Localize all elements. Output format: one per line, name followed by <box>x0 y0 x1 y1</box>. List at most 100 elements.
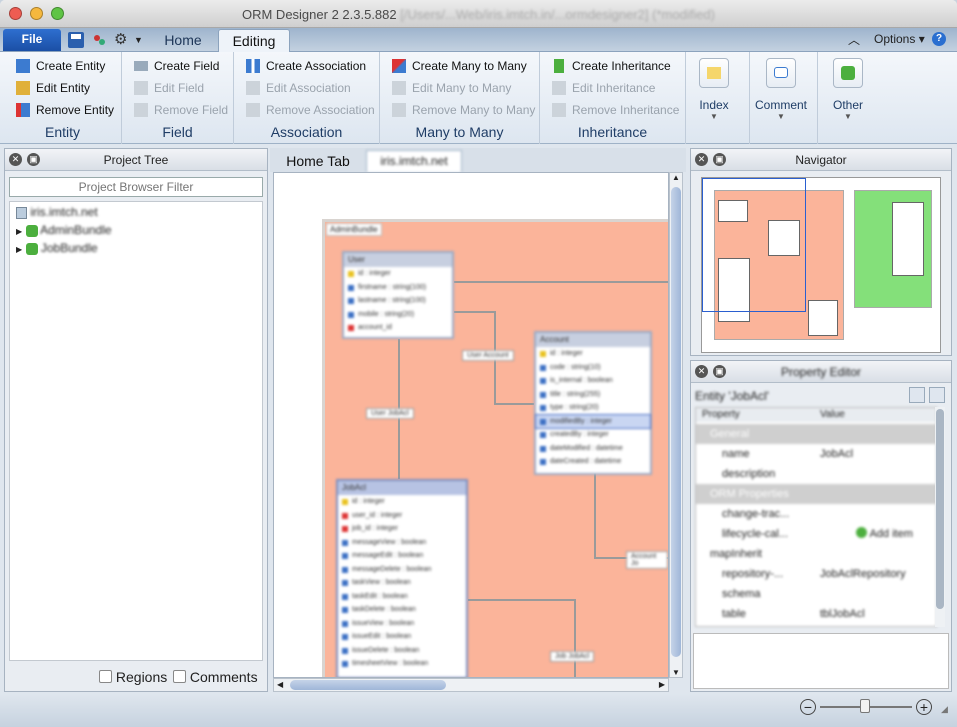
users-icon[interactable] <box>91 32 107 48</box>
create-field-button[interactable]: Create Field <box>134 56 219 76</box>
close-window-button[interactable] <box>9 7 22 20</box>
zoom-in-icon[interactable]: + <box>916 699 932 715</box>
scroll-left-arrow-icon[interactable]: ◀ <box>277 680 283 689</box>
help-icon[interactable]: ? <box>932 32 946 46</box>
quick-access-dropdown-icon[interactable]: ▼ <box>134 32 150 48</box>
entity-field[interactable]: dateCreated : datetime <box>536 455 650 469</box>
sort-category-icon[interactable] <box>909 387 925 403</box>
entity-field[interactable]: id : integer <box>344 267 452 281</box>
property-row-table[interactable]: table tblJobAcl <box>696 604 936 624</box>
zoom-window-button[interactable] <box>51 7 64 20</box>
entity-jobacl[interactable]: JobAcl id : integer user_id : integer jo… <box>336 479 468 677</box>
navigator-minimap[interactable] <box>701 177 941 353</box>
scroll-down-arrow-icon[interactable]: ▼ <box>670 668 682 677</box>
minimap-viewport[interactable] <box>702 178 806 312</box>
remove-inheritance-button[interactable]: Remove Inheritance <box>552 100 679 120</box>
zoom-slider-thumb[interactable] <box>860 699 870 713</box>
entity-field[interactable]: code : string(10) <box>536 361 650 375</box>
minimize-window-button[interactable] <box>30 7 43 20</box>
comments-checkbox-box[interactable] <box>173 670 186 683</box>
tab-home[interactable]: Home <box>150 29 216 52</box>
edit-association-button[interactable]: Edit Association <box>246 78 351 98</box>
horizontal-scroll-thumb[interactable] <box>290 680 446 690</box>
options-menu[interactable]: Options ▾ <box>874 32 925 46</box>
entity-field[interactable]: issueEdit : boolean <box>338 630 466 644</box>
create-association-button[interactable]: Create Association <box>246 56 366 76</box>
entity-field[interactable]: createdBy : integer <box>536 428 650 442</box>
create-entity-button[interactable]: Create Entity <box>16 56 105 76</box>
property-scrollbar[interactable] <box>935 407 945 627</box>
entity-field[interactable]: type : string(20) <box>536 401 650 415</box>
property-row-mapinherit[interactable]: mapInherit <box>696 544 936 564</box>
property-row-change-tracking[interactable]: change-trac... <box>696 504 936 524</box>
collapse-ribbon-icon[interactable]: ︿ <box>848 31 860 48</box>
regions-checkbox-box[interactable] <box>99 670 112 683</box>
assoc-label-job-jobacl[interactable]: Job JobAcl <box>550 651 595 662</box>
close-panel-icon[interactable]: ✕ <box>695 365 708 378</box>
vertical-scroll-thumb[interactable] <box>671 187 681 657</box>
property-row-description[interactable]: description <box>696 464 936 484</box>
create-many-to-many-button[interactable]: Create Many to Many <box>392 56 527 76</box>
vertical-scrollbar[interactable]: ▲ ▼ <box>669 172 683 678</box>
resize-grip-icon[interactable]: ◢ <box>941 704 948 715</box>
comments-checkbox[interactable]: Comments <box>173 669 258 685</box>
close-panel-icon[interactable]: ✕ <box>695 153 708 166</box>
entity-field[interactable]: taskEdit : boolean <box>338 590 466 604</box>
entity-field[interactable]: job_id : integer <box>338 522 466 536</box>
entity-field[interactable]: taskView : boolean <box>338 576 466 590</box>
entity-field[interactable]: messageView : boolean <box>338 536 466 550</box>
expand-arrow-icon[interactable]: ▶ <box>16 245 22 254</box>
close-panel-icon[interactable]: ✕ <box>9 153 22 166</box>
entity-field[interactable]: issueView : boolean <box>338 617 466 631</box>
sort-alpha-icon[interactable] <box>929 387 945 403</box>
edit-entity-button[interactable]: Edit Entity <box>16 78 90 98</box>
assoc-label-account-job[interactable]: Account Jo <box>626 551 668 569</box>
zoom-out-icon[interactable]: − <box>800 699 816 715</box>
entity-field[interactable]: is_internal : boolean <box>536 374 650 388</box>
property-row-repository[interactable]: repository-... JobAclRepository <box>696 564 936 584</box>
remove-association-button[interactable]: Remove Association <box>246 100 375 120</box>
entity-field[interactable]: user_id : integer <box>338 509 466 523</box>
entity-field[interactable]: title : string(255) <box>536 388 650 402</box>
horizontal-scrollbar[interactable]: ◀ ▶ <box>273 678 669 692</box>
file-menu-button[interactable]: File <box>3 29 61 51</box>
float-panel-icon[interactable]: ▣ <box>27 153 40 166</box>
entity-field[interactable]: taskDelete : boolean <box>338 603 466 617</box>
property-row-lifecycle[interactable]: lifecycle-cal... Add item <box>696 524 936 544</box>
scroll-right-arrow-icon[interactable]: ▶ <box>659 680 665 689</box>
tab-editing[interactable]: Editing <box>218 29 290 52</box>
tree-item-jobbundle[interactable]: ▶ JobBundle <box>16 240 98 256</box>
tree-root-item[interactable]: iris.imtch.net <box>16 204 98 220</box>
save-icon[interactable] <box>68 32 84 48</box>
remove-field-button[interactable]: Remove Field <box>134 100 228 120</box>
entity-field[interactable]: account_id <box>344 321 452 335</box>
assoc-label-user-jobacl[interactable]: User JobAcl <box>366 408 414 419</box>
entity-user[interactable]: User id : integer firstname : string(100… <box>342 251 454 339</box>
entity-field[interactable]: lastname : string(100) <box>344 294 452 308</box>
remove-many-to-many-button[interactable]: Remove Many to Many <box>392 100 535 120</box>
doc-tab-home[interactable]: Home Tab <box>274 150 362 172</box>
entity-field[interactable]: messageEdit : boolean <box>338 549 466 563</box>
regions-checkbox[interactable]: Regions <box>99 669 167 685</box>
entity-field[interactable]: timesheetView : boolean <box>338 657 466 671</box>
float-panel-icon[interactable]: ▣ <box>713 153 726 166</box>
property-row-name[interactable]: name JobAcl <box>696 444 936 464</box>
entity-field[interactable]: messageDelete : boolean <box>338 563 466 577</box>
entity-field-selected[interactable]: modifiedBy : integer <box>535 413 651 429</box>
expand-arrow-icon[interactable]: ▶ <box>16 227 22 236</box>
doc-tab-file[interactable]: iris.imtch.net <box>366 150 462 172</box>
section-orm-properties[interactable]: ORM Properties <box>696 484 936 504</box>
property-scroll-thumb[interactable] <box>936 409 944 609</box>
entity-field[interactable]: mobile : string(20) <box>344 308 452 322</box>
entity-field[interactable]: dateModified : datetime <box>536 442 650 456</box>
create-inheritance-button[interactable]: Create Inheritance <box>552 56 671 76</box>
other-button[interactable]: Other ▼ <box>820 58 876 128</box>
entity-account[interactable]: Account id : integer code : string(10) i… <box>534 331 652 475</box>
edit-field-button[interactable]: Edit Field <box>134 78 204 98</box>
gear-icon[interactable]: ⚙ <box>114 32 130 48</box>
remove-entity-button[interactable]: Remove Entity <box>16 100 114 120</box>
tree-item-adminbundle[interactable]: ▶ AdminBundle <box>16 222 112 238</box>
entity-field[interactable]: id : integer <box>536 347 650 361</box>
entity-field[interactable]: id : integer <box>338 495 466 509</box>
entity-field[interactable]: issueDelete : boolean <box>338 644 466 658</box>
